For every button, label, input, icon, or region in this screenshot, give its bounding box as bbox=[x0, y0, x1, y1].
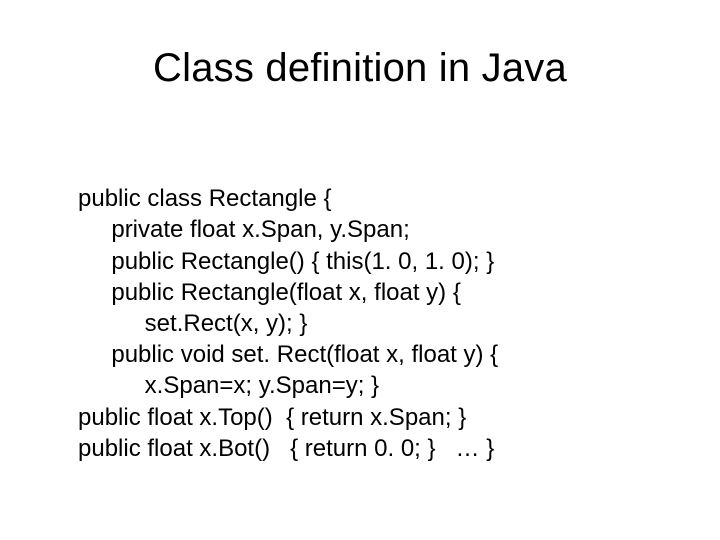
code-line: private float x.Span, y.Span; bbox=[78, 216, 410, 243]
code-block: public class Rectangle { private float x… bbox=[78, 152, 660, 464]
slide-title: Class definition in Java bbox=[0, 46, 720, 91]
code-line: public Rectangle(float x, float y) { bbox=[78, 279, 461, 306]
code-line: public class Rectangle { bbox=[78, 185, 331, 212]
slide: Class definition in Java public class Re… bbox=[0, 0, 720, 540]
code-line: public float x.Bot() { return 0. 0; } … … bbox=[78, 435, 494, 462]
code-line: public void set. Rect(float x, float y) … bbox=[78, 341, 498, 368]
code-line: x.Span=x; y.Span=y; } bbox=[78, 372, 379, 399]
code-line: set.Rect(x, y); } bbox=[78, 310, 307, 337]
code-line: public float x.Top() { return x.Span; } bbox=[78, 404, 466, 431]
code-line: public Rectangle() { this(1. 0, 1. 0); } bbox=[78, 248, 494, 275]
